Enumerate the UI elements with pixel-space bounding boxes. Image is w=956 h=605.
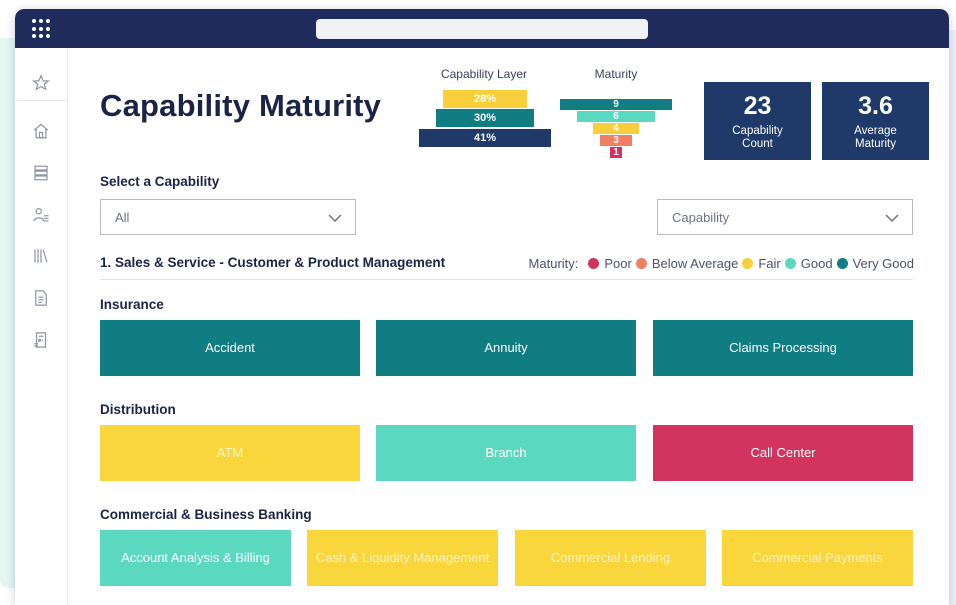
capability-layer-bar-middle[interactable]: 30%: [436, 109, 534, 127]
maturity-funnel-bar-label: 4: [613, 123, 619, 134]
legend-label: Fair: [758, 256, 781, 271]
main-content: Capability Maturity Capability Layer 28%…: [68, 48, 949, 605]
average-maturity-label: Average Maturity: [822, 125, 929, 151]
capability-tile-accident[interactable]: Accident: [100, 320, 360, 376]
sidebar: [15, 48, 68, 605]
chevron-down-icon: [884, 211, 900, 229]
capability-tile-atm[interactable]: ATM: [100, 425, 360, 481]
capability-tile-commercial-payments[interactable]: Commercial Payments: [722, 530, 913, 586]
legend-label: Below Average: [651, 256, 739, 271]
legend-dot: [784, 258, 796, 269]
capability-layer-bar-label: 30%: [473, 112, 497, 124]
group-label-commercial-business-banking: Commercial & Business Banking: [100, 507, 312, 522]
legend-title: Maturity:: [528, 256, 579, 271]
legend-item-very-good: Very Good: [836, 256, 914, 271]
document-icon[interactable]: [32, 289, 50, 307]
maturity-funnel-bar-very-good[interactable]: 9: [560, 99, 672, 110]
maturity-funnel-bar-good[interactable]: 6: [577, 111, 655, 122]
capability-tile-cash-liquidity-management[interactable]: Cash & Liquidity Management: [307, 530, 498, 586]
tile-label: Accident: [205, 340, 255, 355]
database-icon[interactable]: [32, 164, 50, 182]
library-icon[interactable]: [32, 247, 50, 265]
app-window: Capability Maturity Capability Layer 28%…: [15, 9, 949, 605]
sidebar-divider: [15, 100, 68, 101]
report-icon[interactable]: [32, 331, 50, 349]
legend-label: Poor: [604, 256, 632, 271]
maturity-funnel-bar-label: 6: [613, 111, 619, 122]
legend-dot: [635, 258, 647, 269]
tile-label: Claims Processing: [729, 340, 837, 355]
chevron-down-icon: [327, 211, 343, 229]
maturity-funnel-bar-fair[interactable]: 4: [593, 123, 639, 134]
capability-tile-commercial-lending[interactable]: Commercial Lending: [515, 530, 706, 586]
capability-filter-dropdown[interactable]: All: [100, 199, 356, 235]
legend-label: Very Good: [852, 256, 914, 271]
maturity-funnel-bar-label: 9: [613, 99, 619, 110]
capability-layer-bar-top[interactable]: 28%: [443, 90, 527, 108]
tile-label: Annuity: [484, 340, 528, 355]
maturity-legend: Maturity: Poor Below Average Fair Good V…: [529, 256, 914, 271]
capability-layer-bar-bottom[interactable]: 41%: [419, 129, 551, 147]
capability-tile-call-center[interactable]: Call Center: [653, 425, 913, 481]
star-icon[interactable]: [32, 74, 50, 92]
capability-count-card: 23 Capability Count: [704, 82, 811, 160]
average-maturity-card: 3.6 Average Maturity: [822, 82, 929, 160]
legend-item-fair: Fair: [742, 256, 781, 271]
group-label-distribution: Distribution: [100, 402, 176, 417]
capability-count-label: Capability Count: [704, 125, 811, 151]
capability-layer-title: Capability Layer: [440, 67, 528, 81]
capability-count-value: 23: [743, 92, 772, 120]
legend-item-good: Good: [784, 256, 833, 271]
group-label-insurance: Insurance: [100, 297, 164, 312]
tile-label: Commercial Lending: [550, 550, 671, 565]
address-bar[interactable]: [316, 19, 648, 39]
legend-dot: [836, 258, 848, 269]
capability-tile-claims-processing[interactable]: Claims Processing: [653, 320, 913, 376]
title-bar: [15, 9, 949, 48]
capability-filter-value: All: [115, 210, 130, 225]
users-icon[interactable]: [32, 206, 50, 224]
section-heading: 1. Sales & Service - Customer & Product …: [100, 255, 446, 270]
maturity-funnel-title: Maturity: [594, 67, 638, 81]
capability-layer-bar-label: 28%: [473, 93, 497, 105]
maturity-funnel-bar-label: 1: [613, 147, 619, 158]
legend-label: Good: [800, 256, 833, 271]
maturity-funnel-bar-poor[interactable]: 1: [610, 147, 622, 158]
select-capability-label: Select a Capability: [100, 174, 220, 189]
legend-dot: [588, 258, 600, 269]
average-maturity-value: 3.6: [858, 92, 893, 120]
tile-label: Commercial Payments: [752, 550, 883, 565]
tile-label: Branch: [485, 445, 527, 460]
capability-count-label-line2: Count: [742, 138, 773, 150]
page-title: Capability Maturity: [100, 88, 382, 123]
tile-label: Cash & Liquidity Management: [315, 550, 490, 565]
capability-count-label-line1: Capability: [732, 125, 783, 137]
tile-label: Call Center: [750, 445, 816, 460]
capability-search-placeholder: Capability: [672, 210, 730, 225]
capability-tile-branch[interactable]: Branch: [376, 425, 636, 481]
capability-search-dropdown[interactable]: Capability: [657, 199, 913, 235]
average-maturity-label-line2: Maturity: [855, 138, 896, 150]
average-maturity-label-line1: Average: [854, 125, 897, 137]
tile-label: Account Analysis & Billing: [121, 550, 270, 565]
capability-tile-account-analysis-billing[interactable]: Account Analysis & Billing: [100, 530, 291, 586]
maturity-funnel-bar-below-average[interactable]: 3: [600, 135, 632, 146]
home-icon[interactable]: [32, 122, 50, 140]
capability-layer-bar-label: 41%: [473, 132, 497, 144]
capability-tile-annuity[interactable]: Annuity: [376, 320, 636, 376]
section-divider: [100, 279, 913, 280]
legend-item-below-average: Below Average: [635, 256, 739, 271]
legend-dot: [742, 258, 754, 269]
legend-item-poor: Poor: [588, 256, 632, 271]
maturity-funnel-bar-label: 3: [613, 135, 619, 146]
grid-dots-icon[interactable]: [32, 19, 52, 39]
tile-label: ATM: [216, 445, 244, 460]
